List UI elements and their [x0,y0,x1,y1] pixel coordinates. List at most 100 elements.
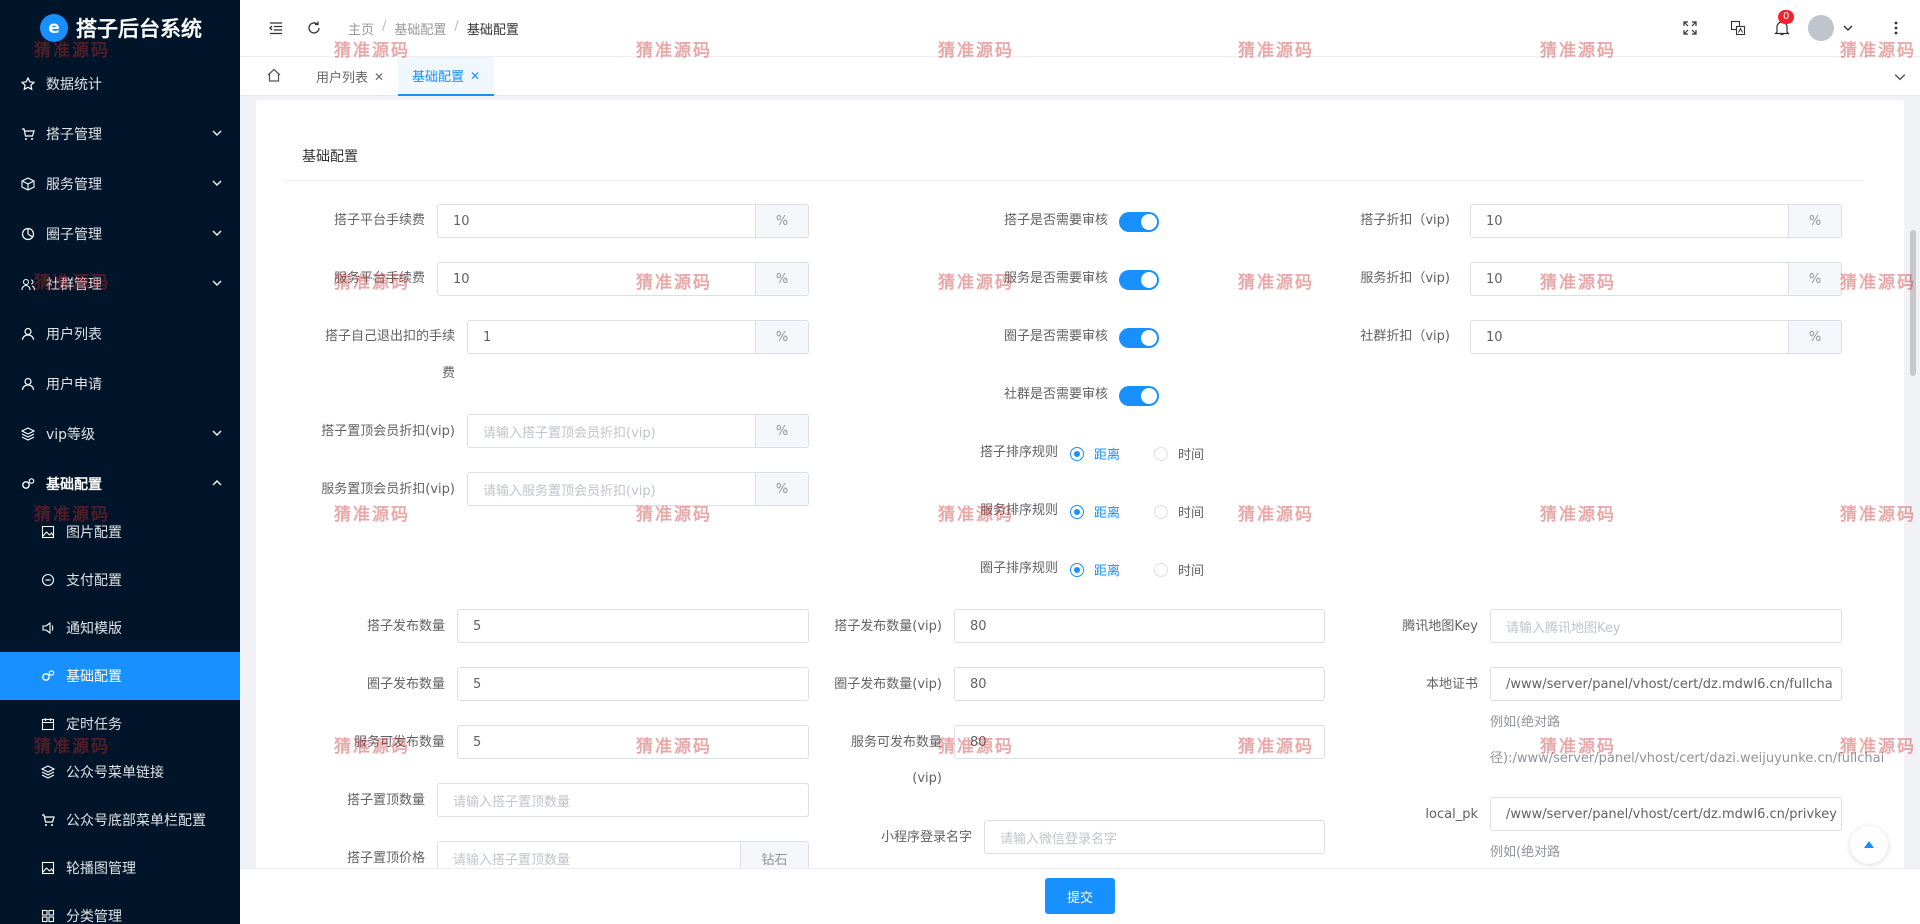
service-vip-discount-input[interactable]: 10 [1470,262,1788,296]
circle-vip-publish-count-input[interactable]: 80 [954,667,1325,701]
radio-time[interactable]: 时间 [1154,560,1204,579]
radio-group-label: 圈子排序规则 [979,561,1058,576]
dazi-top-count-input[interactable]: 请输入搭子置顶数量 [437,783,809,817]
watermark: 猜准源码 [334,505,410,525]
radio-time[interactable]: 时间 [1154,502,1204,521]
sidebar-item-label: 公众号菜单链接 [66,765,164,781]
close-icon[interactable]: ✕ [374,70,384,84]
fullscreen-icon[interactable] [1680,18,1700,38]
sidebar-item-label: 圈子管理 [46,227,102,243]
sidebar-item-label: 搭子管理 [46,127,102,143]
sidebar-item-data-stats[interactable]: 数据统计 [0,60,240,108]
refresh-icon[interactable] [304,18,324,38]
translate-icon[interactable] [1728,18,1748,38]
local-cert-input[interactable]: /www/server/panel/vhost/cert/dz.mdwl6.cn… [1490,667,1842,701]
radio-label: 时间 [1178,564,1205,579]
field-label-wrap: 费 [441,366,455,381]
image-icon [40,524,56,540]
field-label: 服务折扣（vip) [1360,271,1450,286]
scrollbar[interactable] [1910,230,1916,376]
switch-label: 搭子是否需要审核 [1003,213,1108,228]
field-label: 小程序登录名字 [880,830,972,845]
field-label: local_pk [1425,807,1478,822]
sidebar-subitem-carousel[interactable]: 轮播图管理 [0,844,240,892]
sidebar-subitem-mp-bottom-menu[interactable]: 公众号底部菜单栏配置 [0,796,240,844]
watermark: 猜准源码 [334,41,410,61]
dazi-publish-count-input[interactable]: 5 [457,609,809,643]
field-label: 搭子置顶价格 [346,851,425,866]
tab-basic-config[interactable]: 基础配置 ✕ [398,57,495,96]
menu-fold-icon[interactable] [266,18,286,38]
radio-distance[interactable]: 距离 [1070,444,1120,463]
exit-fee-input[interactable]: 1 [467,320,755,354]
unit-append: % [755,472,809,506]
community-vip-discount-input[interactable]: 10 [1470,320,1788,354]
dazi-vip-publish-count-input[interactable]: 80 [954,609,1325,643]
radio-distance[interactable]: 距离 [1070,502,1120,521]
breadcrumb-current: 基础配置 [466,23,519,38]
sidebar-subitem-category[interactable]: 分类管理 [0,892,240,924]
field-label: 搭子折扣（vip) [1360,213,1450,228]
unit-append: % [755,262,809,296]
dazi-vip-discount-input[interactable]: 10 [1470,204,1788,238]
radio-label: 距离 [1094,564,1121,579]
close-icon[interactable]: ✕ [470,69,480,83]
sidebar-item-dazi[interactable]: 搭子管理 [0,110,240,158]
cart-icon [20,126,36,142]
sidebar-item-user-apply[interactable]: 用户申请 [0,360,240,408]
avatar[interactable] [1808,15,1834,41]
chevron-down-icon [212,126,222,142]
service-audit-switch[interactable] [1119,270,1159,290]
chevron-down-icon[interactable] [1890,67,1910,87]
tab-user-list[interactable]: 用户列表 ✕ [302,57,398,96]
grid-icon [40,908,56,924]
sidebar-item-users[interactable]: 用户列表 [0,310,240,358]
sidebar-item-label: 数据统计 [46,77,102,93]
radio-label: 时间 [1178,506,1205,521]
watermark: 猜准源码 [34,737,110,757]
sidebar-item-label: 基础配置 [46,477,102,493]
sidebar-subitem-basic-config[interactable]: 基础配置 [0,652,240,700]
unit-append: % [1788,204,1842,238]
sidebar-item-service[interactable]: 服务管理 [0,160,240,208]
home-icon [266,67,282,87]
watermark: 猜准源码 [938,41,1014,61]
sidebar-item-vip[interactable]: vip等级 [0,410,240,458]
chevron-down-icon [212,176,222,192]
more-vertical-icon[interactable] [1886,18,1906,38]
field-label: 服务可发布数量 [850,735,942,750]
tencent-map-key-input[interactable]: 请输入腾讯地图Key [1490,609,1842,643]
watermark: 猜准源码 [1238,505,1314,525]
circle-audit-switch[interactable] [1119,328,1159,348]
notification-badge: 0 [1778,10,1795,24]
chevron-down-icon [212,226,222,242]
radio-label: 时间 [1178,448,1205,463]
field-label: 社群折扣（vip) [1360,329,1450,344]
dazi-fee-input[interactable]: 10 [437,204,755,238]
sidebar-subitem-notify-template[interactable]: 通知模版 [0,604,240,652]
switch-label: 社群是否需要审核 [1003,387,1108,402]
section-title: 基础配置 [302,149,358,165]
top-header: 主页 / 基础配置 / 基础配置 [240,0,1920,56]
sidebar-item-circle[interactable]: 圈子管理 [0,210,240,258]
sidebar-item-label: 轮播图管理 [66,861,136,877]
watermark: 猜准源码 [1840,505,1916,525]
dazi-top-discount-input[interactable]: 请输入搭子置顶会员折扣(vip) [467,414,755,448]
dazi-audit-switch[interactable] [1119,212,1159,232]
back-to-top-button[interactable] [1850,826,1888,864]
watermark: 猜准源码 [1840,41,1916,61]
chevron-down-icon[interactable] [1838,18,1858,38]
calendar-icon [40,716,56,732]
radio-time[interactable]: 时间 [1154,444,1204,463]
submit-button[interactable]: 提交 [1045,878,1115,914]
mini-program-name-input[interactable]: 请输入微信登录名字 [984,820,1325,854]
watermark: 猜准源码 [334,273,410,293]
radio-distance[interactable]: 距离 [1070,560,1120,579]
service-publish-count-input[interactable]: 5 [457,725,809,759]
sidebar-subitem-pay-config[interactable]: 支付配置 [0,556,240,604]
chevron-down-icon [212,276,222,292]
local-pk-input[interactable]: /www/server/panel/vhost/cert/dz.mdwl6.cn… [1490,797,1842,831]
circle-publish-count-input[interactable]: 5 [457,667,809,701]
tab-home[interactable] [252,57,296,96]
community-audit-switch[interactable] [1119,386,1159,406]
